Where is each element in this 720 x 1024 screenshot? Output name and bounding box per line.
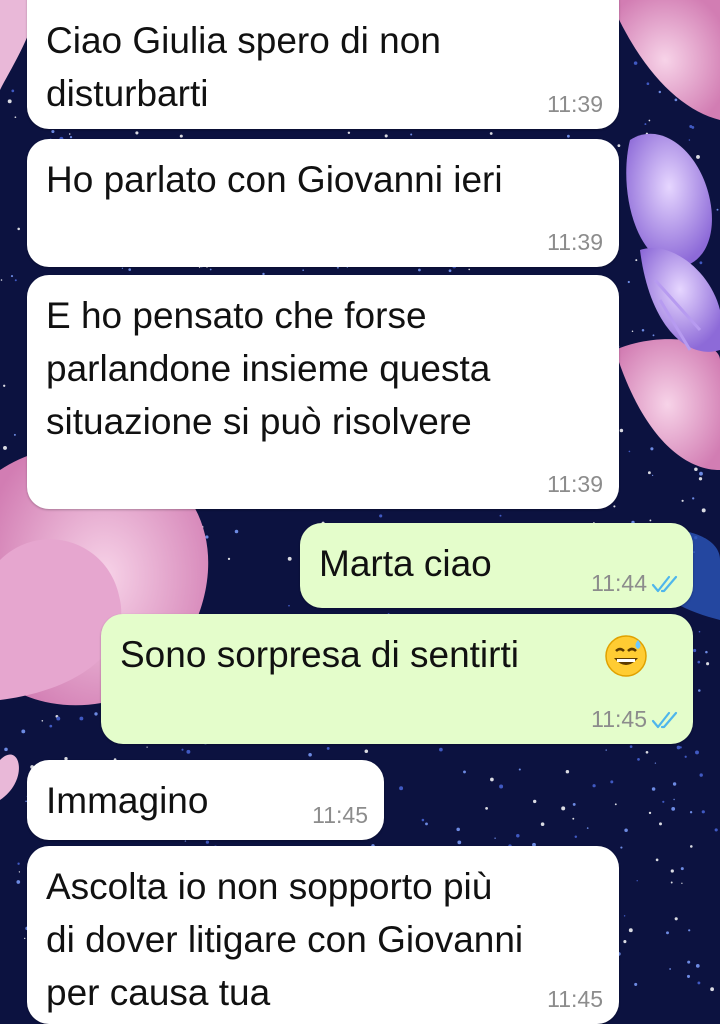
message-text: E ho pensato che forse parlandone insiem… [46,295,491,442]
message-timestamp: 11:44 [591,570,647,596]
incoming-message-bubble[interactable]: Ciao Giulia spero di non disturbarti 11:3… [27,0,619,129]
read-double-check-icon [651,711,678,729]
message-text: Ciao Giulia spero di non disturbarti [46,20,441,114]
message-timestamp: 11:39 [547,91,603,117]
message-text: Ho parlato con Giovanni ieri [46,159,503,200]
incoming-message-bubble[interactable]: Ascolta io non sopporto più di dover lit… [27,846,619,1024]
message-text: Immagino [46,780,209,821]
message-text: Marta ciao [319,543,492,584]
message-timestamp: 11:39 [547,471,603,497]
grinning-face-with-sweat-emoji [605,635,647,677]
outgoing-message-bubble[interactable]: Marta ciao 11:44 [300,523,693,608]
message-text: Sono sorpresa di sentirti [120,634,519,675]
message-timestamp: 11:45 [591,706,647,732]
incoming-message-bubble[interactable]: Immagino 11:45 [27,760,384,840]
message-timestamp: 11:39 [547,229,603,255]
message-timestamp: 11:45 [312,802,368,828]
outgoing-message-bubble[interactable]: Sono sorpresa di sentirti 11:45 [101,614,693,744]
incoming-message-bubble[interactable]: E ho pensato che forse parlandone insiem… [27,275,619,509]
incoming-message-bubble[interactable]: Ho parlato con Giovanni ieri 11:39 [27,139,619,267]
message-text: Ascolta io non sopporto più di dover lit… [46,866,524,1013]
read-double-check-icon [651,575,678,593]
message-timestamp: 11:45 [547,986,603,1012]
